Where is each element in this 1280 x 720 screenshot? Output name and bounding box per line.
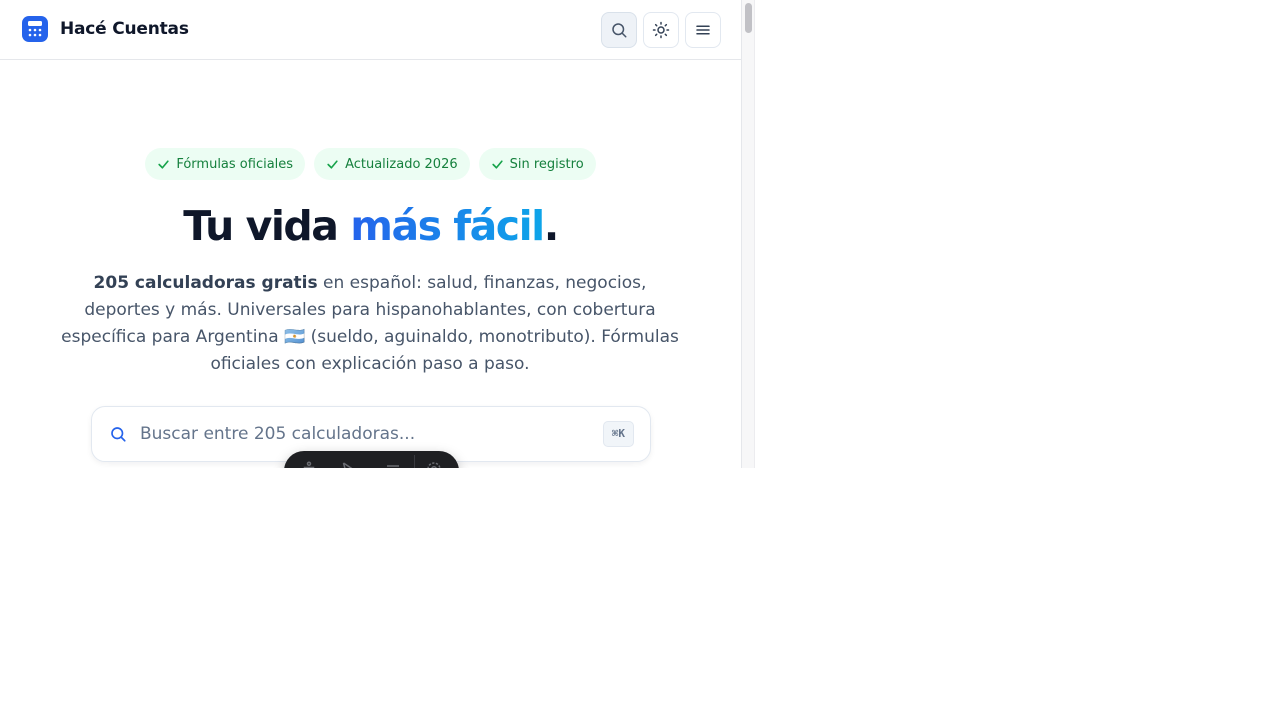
hero-title-end: . [543, 202, 560, 250]
scrollbar-thumb[interactable] [745, 3, 752, 33]
badge-sin-registro: Sin registro [478, 148, 596, 180]
feature-badges: Fórmulas oficiales Actualizado 2026 Sin … [0, 148, 741, 180]
argentina-flag-icon: 🇦🇷 [284, 327, 306, 347]
page-viewport: Hacé Cuentas Fórmulas oficiales Actualiz… [0, 0, 741, 468]
gear-icon[interactable] [425, 460, 443, 468]
check-icon [327, 159, 338, 169]
keyboard-shortcut-hint: ⌘K [602, 421, 634, 447]
floating-toolbar[interactable] [284, 451, 459, 468]
hamburger-menu-icon [696, 25, 710, 35]
vertical-scrollbar[interactable] [741, 0, 755, 468]
check-icon [491, 159, 503, 169]
hero-title-part: Tu vida [183, 202, 351, 250]
search-button[interactable] [601, 12, 637, 48]
hero-title: Tu vida más fácil. [0, 198, 741, 254]
calculator-icon[interactable] [22, 16, 48, 42]
hero-title-accent: más fácil [350, 202, 545, 250]
badge-formulas-oficiales: Fórmulas oficiales [145, 148, 306, 180]
search-input[interactable] [138, 423, 582, 445]
menu-button[interactable] [685, 12, 721, 48]
check-icon [158, 159, 169, 169]
site-header: Hacé Cuentas [0, 0, 741, 60]
description-highlight: 205 calculadoras gratis [93, 273, 318, 293]
hero-description: 205 calculadoras gratis en español: salu… [60, 270, 680, 378]
cursor-icon[interactable] [339, 460, 357, 468]
badge-label: Fórmulas oficiales [176, 156, 294, 172]
badge-label: Sin registro [509, 156, 584, 172]
search-icon [108, 424, 128, 444]
sun-icon [652, 21, 670, 39]
list-icon[interactable] [384, 460, 402, 468]
accessibility-icon[interactable] [300, 460, 318, 468]
theme-toggle-button[interactable] [643, 12, 679, 48]
brand-name[interactable]: Hacé Cuentas [60, 17, 189, 41]
search-icon [612, 23, 627, 38]
badge-actualizado: Actualizado 2026 [314, 148, 470, 180]
toolbar-divider [414, 455, 415, 468]
badge-label: Actualizado 2026 [345, 156, 458, 172]
